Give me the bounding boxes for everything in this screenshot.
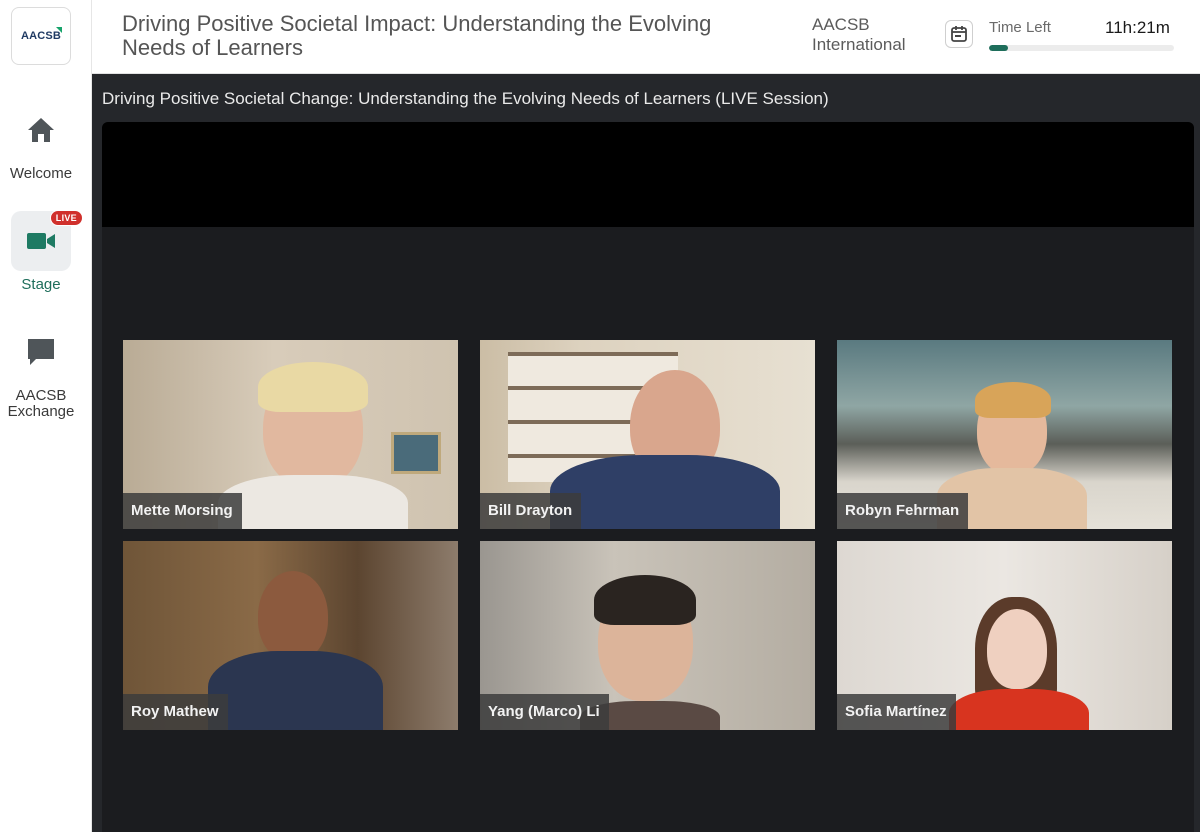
- stage-area: Driving Positive Societal Change: Unders…: [92, 74, 1200, 832]
- time-left-value: 11h:21m: [1105, 18, 1170, 37]
- participant-face: [987, 609, 1047, 689]
- calendar-button[interactable]: [945, 20, 973, 48]
- sidebar-item-welcome[interactable]: Welcome: [0, 100, 82, 182]
- participant-tile[interactable]: Robyn Fehrman: [837, 340, 1172, 529]
- chat-bubble-icon: [11, 322, 71, 382]
- sidebar-item-aacsb-exchange[interactable]: AACSB Exchange: [0, 322, 82, 420]
- logo-text: AACSB: [20, 30, 62, 42]
- participant-name: Roy Mathew: [123, 694, 228, 730]
- participant-tile[interactable]: Roy Mathew: [123, 541, 458, 730]
- participant-body: [949, 689, 1089, 730]
- participant-name: Robyn Fehrman: [837, 493, 969, 529]
- participant-name: Mette Morsing: [123, 493, 242, 529]
- wall-painting: [391, 432, 441, 474]
- sidebar-item-stage[interactable]: LIVE Stage: [0, 210, 83, 293]
- participant-hair: [975, 382, 1051, 418]
- video-grid: Mette Morsing Bill Drayton Robyn Fehrman…: [102, 122, 1194, 832]
- participant-name: Sofia Martínez: [837, 694, 956, 730]
- time-progress-fill: [989, 45, 1008, 51]
- video-camera-icon: LIVE: [11, 210, 83, 271]
- participant-hair: [258, 362, 368, 412]
- home-icon: [11, 100, 71, 160]
- participant-body: [550, 455, 780, 529]
- sidebar-item-label: AACSB Exchange: [7, 387, 75, 420]
- time-left-label: Time Left: [989, 19, 1051, 36]
- participant-name: Bill Drayton: [480, 493, 582, 529]
- top-header: Driving Positive Societal Impact: Unders…: [92, 0, 1200, 74]
- left-sidebar: AACSB Welcome LIVE Stage AACSB Exchange: [0, 0, 92, 832]
- participant-tile[interactable]: Bill Drayton: [480, 340, 815, 529]
- sidebar-item-label: Welcome: [9, 165, 73, 182]
- time-progress-bar: [989, 45, 1174, 51]
- calendar-icon: [951, 26, 967, 42]
- session-title: Driving Positive Societal Change: Unders…: [102, 89, 829, 108]
- video-top-band: [102, 122, 1194, 227]
- aacsb-logo[interactable]: AACSB: [11, 7, 71, 65]
- participant-tile[interactable]: Yang (Marco) Li: [480, 541, 815, 730]
- participant-body: [218, 475, 408, 529]
- participant-tile[interactable]: Sofia Martínez: [837, 541, 1172, 730]
- page-title: Driving Positive Societal Impact: Unders…: [122, 11, 712, 60]
- participant-body: [208, 651, 383, 730]
- organizer-name: AACSB International: [812, 15, 906, 54]
- participant-name: Yang (Marco) Li: [480, 694, 609, 730]
- participant-tile[interactable]: Mette Morsing: [123, 340, 458, 529]
- live-badge: LIVE: [49, 210, 83, 226]
- participant-hair: [594, 575, 696, 625]
- participant-video: [258, 571, 328, 661]
- sidebar-item-label: Stage: [21, 276, 61, 293]
